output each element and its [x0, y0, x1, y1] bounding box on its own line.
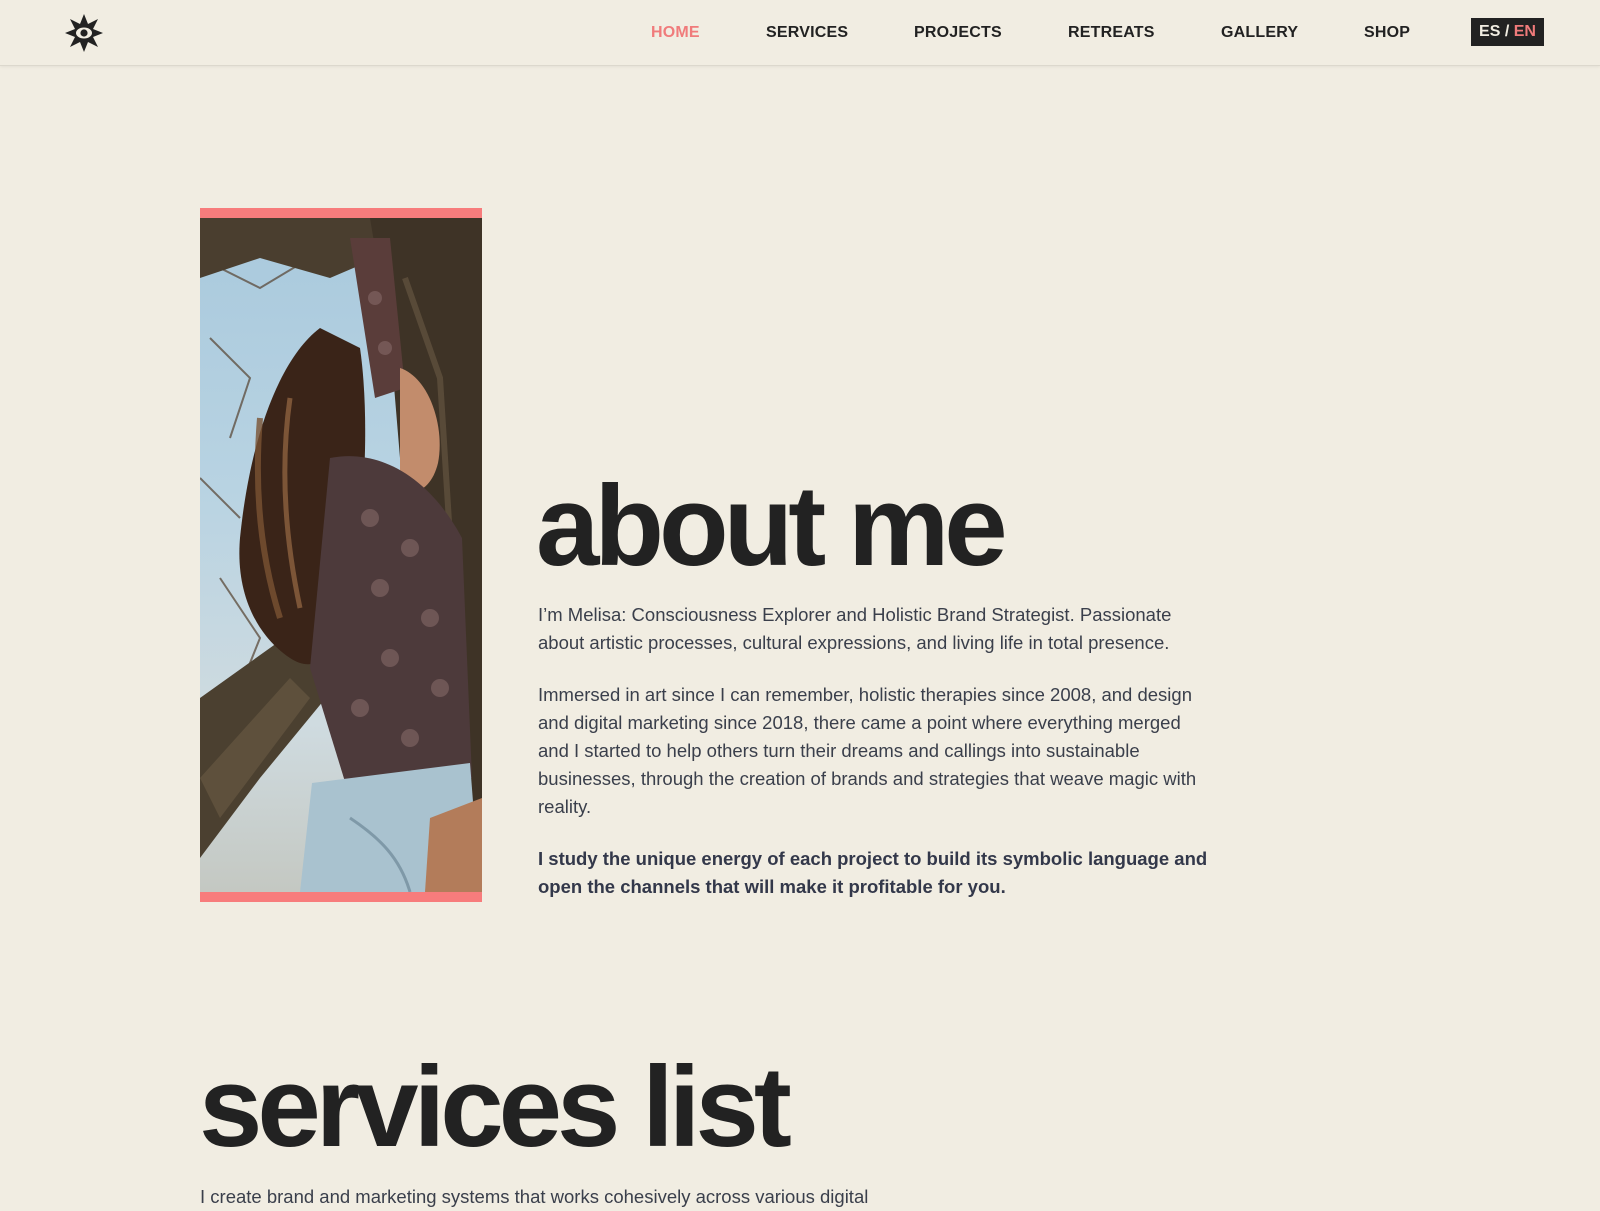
nav-home[interactable]: HOME: [651, 24, 700, 42]
profile-photo-frame: [200, 208, 482, 902]
language-switcher: ES / EN: [1471, 18, 1544, 46]
site-header: HOME SERVICES PROJECTS RETREATS GALLERY …: [0, 0, 1600, 66]
nav-gallery[interactable]: GALLERY: [1221, 24, 1298, 42]
services-intro: I create brand and marketing systems tha…: [200, 1186, 869, 1207]
nav-services[interactable]: SERVICES: [766, 24, 848, 42]
main-nav: HOME SERVICES PROJECTS RETREATS GALLERY …: [0, 0, 1600, 65]
about-paragraph-1: I’m Melisa: Consciousness Explorer and H…: [538, 604, 1172, 653]
services-title: services list: [199, 1044, 792, 1171]
about-paragraph-2: Immersed in art since I can remember, ho…: [538, 684, 1197, 817]
profile-photo: [200, 218, 482, 892]
nav-projects[interactable]: PROJECTS: [914, 24, 1002, 42]
nav-retreats[interactable]: RETREATS: [1068, 24, 1155, 42]
lang-en-option[interactable]: EN: [1514, 23, 1536, 40]
about-paragraph-3: I study the unique energy of each projec…: [538, 848, 1208, 897]
about-title: about me: [536, 463, 1008, 590]
lang-separator: /: [1500, 23, 1514, 40]
nav-shop[interactable]: SHOP: [1364, 24, 1410, 42]
lang-es-option[interactable]: ES: [1479, 23, 1500, 40]
